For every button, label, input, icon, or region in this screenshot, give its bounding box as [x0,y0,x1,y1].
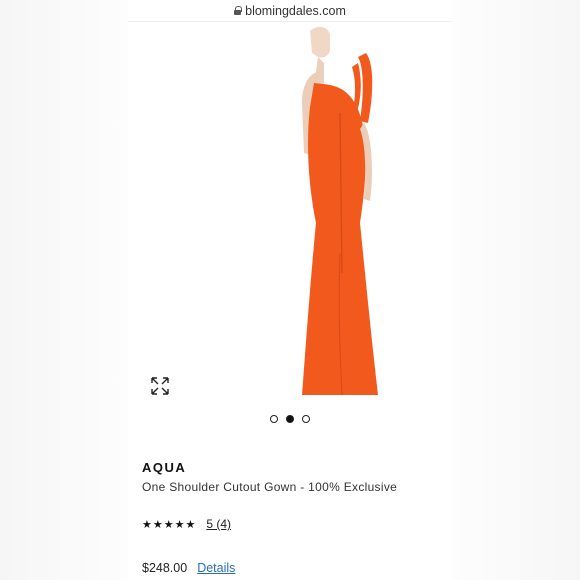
left-background [0,0,128,580]
expand-icon[interactable] [150,376,170,396]
head-shape [310,26,330,58]
url-text: blomingdales.com [245,3,346,18]
carousel-dot-1[interactable] [270,415,278,423]
product-title: One Shoulder Cutout Gown - 100% Exclusiv… [142,480,398,494]
product-image[interactable] [128,23,452,403]
star-rating-icon: ★★★★★ [142,518,197,531]
carousel-dots [128,415,452,423]
details-link[interactable]: Details [197,561,235,575]
price: $248.00 [142,561,188,575]
carousel-dot-3[interactable] [302,415,310,423]
lock-icon [234,6,243,15]
expand-arrows-glyph [151,377,169,395]
product-page: blomingdales.com AQUA One Shoulder Cutou… [128,0,452,580]
brand-name[interactable]: AQUA [142,460,186,475]
rating-row: ★★★★★ 5 (4) [142,517,231,531]
dress-illustration [302,26,378,396]
carousel-dot-2[interactable] [286,415,294,423]
url-bar[interactable]: blomingdales.com [128,0,452,22]
dress-photo [190,23,390,403]
right-background [452,0,580,580]
price-row: $248.00 Details [142,561,235,575]
reviews-link[interactable]: 5 (4) [206,517,231,531]
